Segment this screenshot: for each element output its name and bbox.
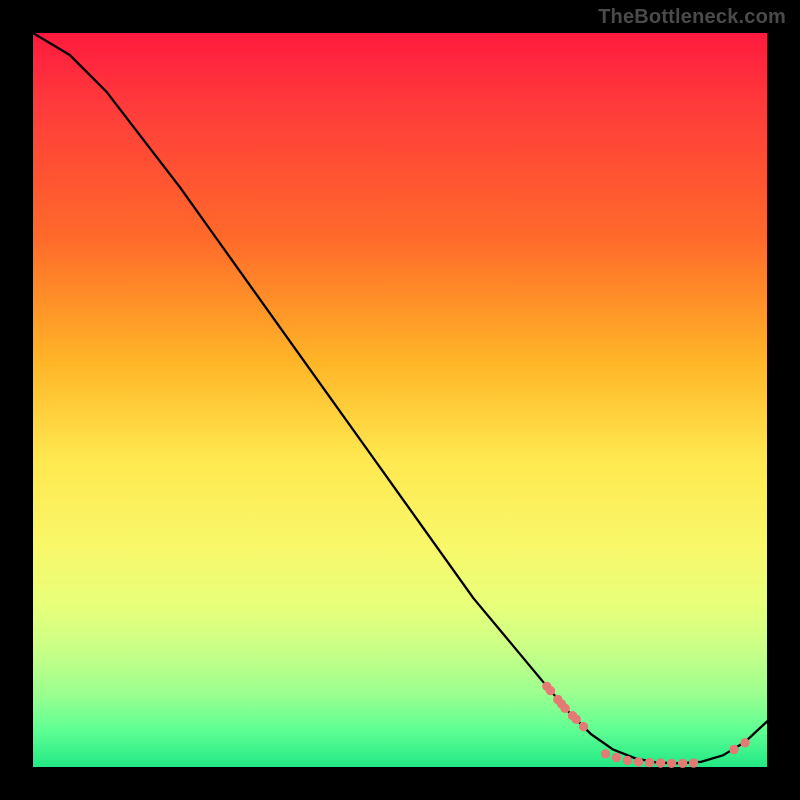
data-point — [689, 759, 697, 767]
data-point — [572, 715, 580, 723]
data-point — [741, 739, 749, 747]
data-point — [667, 759, 675, 767]
data-point — [601, 750, 609, 758]
curve-layer — [33, 33, 767, 767]
plot-area — [33, 33, 767, 767]
data-point — [634, 758, 642, 766]
data-point — [561, 704, 569, 712]
data-point — [730, 745, 738, 753]
data-point — [678, 759, 686, 767]
watermark-text: TheBottleneck.com — [598, 6, 786, 29]
marker-group — [543, 682, 750, 767]
data-point — [623, 756, 631, 764]
data-point — [612, 753, 620, 761]
data-point — [645, 758, 653, 766]
data-point — [656, 759, 664, 767]
data-point — [579, 722, 587, 730]
chart-frame: TheBottleneck.com — [0, 0, 800, 800]
data-point — [546, 687, 554, 695]
bottleneck-curve — [33, 33, 767, 763]
